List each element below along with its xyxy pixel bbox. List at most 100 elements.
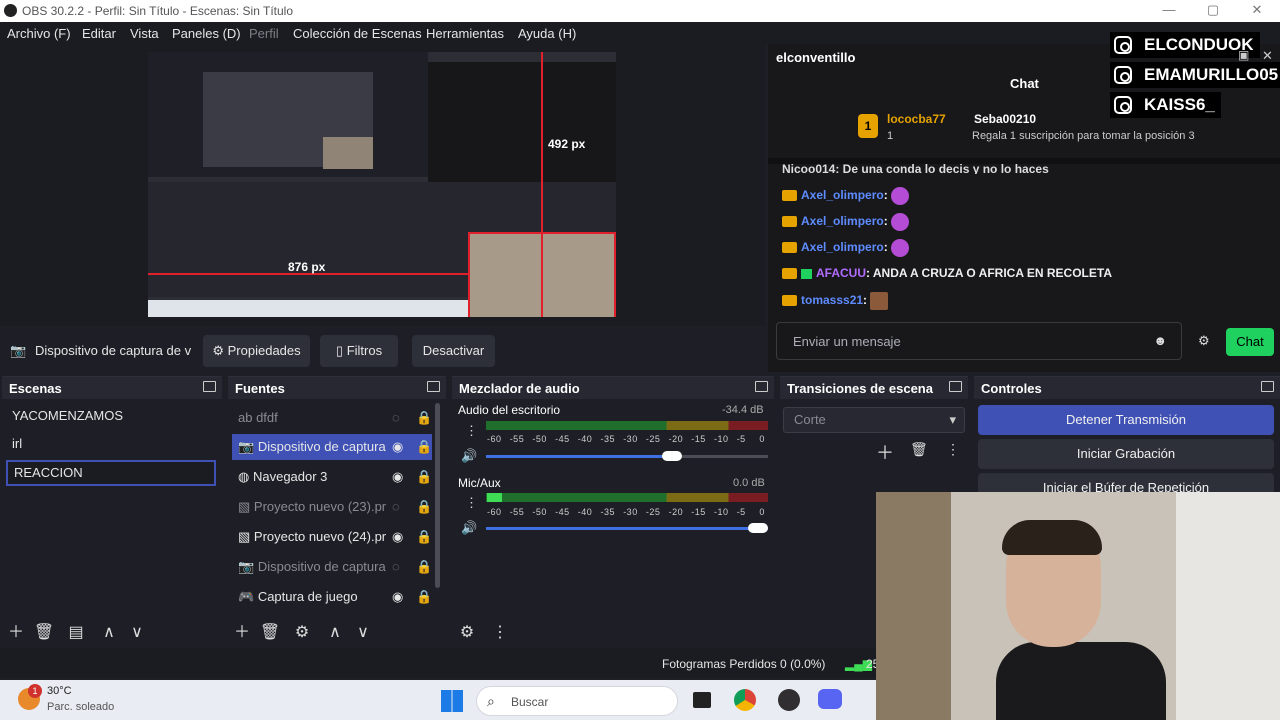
source-item[interactable]: 📷 Dispositivo de captura ◌ 🔒 (232, 554, 440, 580)
transition-select[interactable]: Corte ▾ (783, 407, 965, 433)
undock-icon[interactable] (427, 381, 440, 392)
channel-menu-icon[interactable]: ⋮ (465, 423, 478, 439)
meter-tick-label: -50 (532, 507, 547, 517)
add-source-icon[interactable]: ＋ (231, 624, 253, 642)
add-scene-icon[interactable]: ＋ (5, 624, 27, 642)
taskview-icon[interactable] (693, 692, 711, 708)
discord-icon[interactable] (818, 689, 842, 709)
menu-scene-collection[interactable]: Colección de Escenas (293, 26, 422, 41)
lock-icon[interactable]: 🔒 (416, 554, 432, 580)
eye-icon[interactable]: ◉ (392, 524, 403, 550)
filters-button[interactable]: ▯ Filtros (320, 335, 398, 367)
meter-tick-label: -60 (487, 507, 502, 517)
source-item[interactable]: 🎮 Captura de juego ◉ 🔒 (232, 584, 440, 610)
lock-icon[interactable]: 🔒 (416, 405, 432, 431)
menu-edit[interactable]: Editar (82, 26, 116, 41)
meter-tick-label: -25 (645, 434, 661, 444)
lock-icon[interactable]: 🔒 (416, 464, 432, 490)
chat-header: Chat (1010, 76, 1039, 91)
mixer-menu-icon[interactable]: ⋮ (489, 624, 511, 642)
chat-input[interactable]: Enviar un mensaje ☻ (776, 322, 1182, 360)
undock-icon[interactable] (949, 381, 962, 392)
lock-icon[interactable]: 🔒 (416, 524, 432, 550)
lock-icon[interactable]: 🔒 (416, 434, 432, 460)
deactivate-button[interactable]: Desactivar (412, 335, 495, 367)
menu-file[interactable]: Archivo (F) (7, 26, 71, 41)
close-icon[interactable]: ✕ (1246, 2, 1268, 20)
camera-icon: 📷 (238, 559, 258, 574)
menu-docks[interactable]: Paneles (D) (172, 26, 241, 41)
move-up-icon[interactable]: ∧ (98, 624, 120, 642)
properties-button[interactable]: ⚙ Propiedades (203, 335, 310, 367)
volume-slider[interactable] (486, 451, 768, 461)
close-chat-icon[interactable]: ✕ (1262, 48, 1273, 64)
move-up-icon[interactable]: ∧ (324, 624, 346, 642)
transition-menu-icon[interactable]: ⋮ (946, 441, 960, 458)
chevron-down-icon: ▾ (949, 412, 956, 427)
chat-settings-icon[interactable]: ⚙ (1198, 333, 1210, 349)
maximize-icon[interactable]: ▢ (1202, 2, 1224, 20)
speaker-icon[interactable]: 🔊 (461, 448, 477, 464)
source-settings-icon[interactable]: ⚙ (291, 624, 313, 642)
eye-hidden-icon[interactable]: ◌ (392, 405, 400, 431)
sources-scrollbar[interactable] (435, 403, 440, 588)
eye-hidden-icon[interactable]: ◌ (392, 554, 400, 580)
meter-tick-label: -40 (577, 507, 593, 517)
minimize-icon[interactable]: — (1158, 2, 1180, 20)
emote-picker-icon[interactable]: ☻ (1153, 333, 1167, 348)
eye-icon[interactable]: ◉ (392, 584, 403, 610)
undock-icon[interactable]: ▣ (1238, 48, 1249, 62)
source-item[interactable]: ◍ Navegador 3 ◉ 🔒 (232, 464, 440, 490)
menu-profile[interactable]: Perfil (249, 26, 279, 41)
source-item[interactable]: ▧ Proyecto nuevo (24).pr ◉ 🔒 (232, 524, 440, 550)
source-item-selected[interactable]: 📷 Dispositivo de captura ◉ 🔒 (232, 434, 432, 460)
windows-start-icon[interactable] (441, 690, 463, 712)
undock-icon[interactable] (203, 381, 216, 392)
preview-canvas[interactable]: 492 px 876 px (148, 52, 616, 317)
speaker-icon[interactable]: 🔊 (461, 520, 477, 536)
remove-source-icon[interactable]: 🗑 (259, 624, 281, 642)
obs-taskbar-icon[interactable] (778, 689, 800, 711)
chat-channel-name: elconventillo (776, 50, 856, 65)
scene-item-selected[interactable]: REACCION (6, 460, 216, 486)
lock-icon[interactable]: 🔒 (416, 494, 432, 520)
remove-scene-icon[interactable]: 🗑 (33, 624, 55, 642)
chat-send-button[interactable]: Chat (1226, 328, 1274, 356)
chat-user[interactable]: AFACUU (816, 266, 866, 280)
undock-icon[interactable] (1261, 381, 1274, 392)
scene-filters-icon[interactable]: ▤ (65, 624, 87, 642)
scene-item[interactable]: YACOMENZAMOS (6, 403, 216, 429)
eye-hidden-icon[interactable]: ◌ (392, 494, 400, 520)
chat-user[interactable]: Axel_olimpero (801, 214, 884, 228)
undock-icon[interactable] (755, 381, 768, 392)
gift-user: lococba77 (887, 112, 946, 126)
menu-tools[interactable]: Herramientas (426, 26, 504, 41)
add-transition-icon[interactable]: ＋ (876, 439, 894, 465)
stop-stream-button[interactable]: Detener Transmisión (978, 405, 1274, 435)
source-item[interactable]: ab dfdf ◌ 🔒 (232, 405, 440, 431)
volume-slider[interactable] (486, 523, 768, 533)
chat-user[interactable]: Axel_olimpero (801, 240, 884, 254)
emote-icon (890, 212, 909, 231)
start-recording-button[interactable]: Iniciar Grabación (978, 439, 1274, 469)
menu-view[interactable]: Vista (130, 26, 159, 41)
scene-item[interactable]: irl (6, 431, 216, 457)
eye-icon[interactable]: ◉ (392, 464, 403, 490)
taskbar-search[interactable]: ⌕ Buscar (476, 686, 678, 716)
eye-icon[interactable]: ◉ (392, 434, 403, 460)
chat-user[interactable]: Axel_olimpero (801, 188, 884, 202)
menu-help[interactable]: Ayuda (H) (518, 26, 576, 41)
remove-transition-icon[interactable]: 🗑 (910, 441, 928, 458)
source-item[interactable]: ▧ Proyecto nuevo (23).pr ◌ 🔒 (232, 494, 440, 520)
webcam-overlay (876, 492, 1280, 720)
meter-tick-label: -10 (714, 507, 729, 517)
lock-icon[interactable]: 🔒 (416, 584, 432, 610)
move-down-icon[interactable]: ∨ (352, 624, 374, 642)
meter-tick-label: -30 (623, 434, 638, 444)
sources-header: Fuentes (228, 377, 446, 399)
chrome-icon[interactable] (734, 689, 756, 711)
chat-user[interactable]: tomasss21 (801, 293, 863, 307)
channel-menu-icon[interactable]: ⋮ (465, 495, 478, 511)
move-down-icon[interactable]: ∨ (126, 624, 148, 642)
mixer-settings-icon[interactable]: ⚙ (456, 624, 478, 642)
